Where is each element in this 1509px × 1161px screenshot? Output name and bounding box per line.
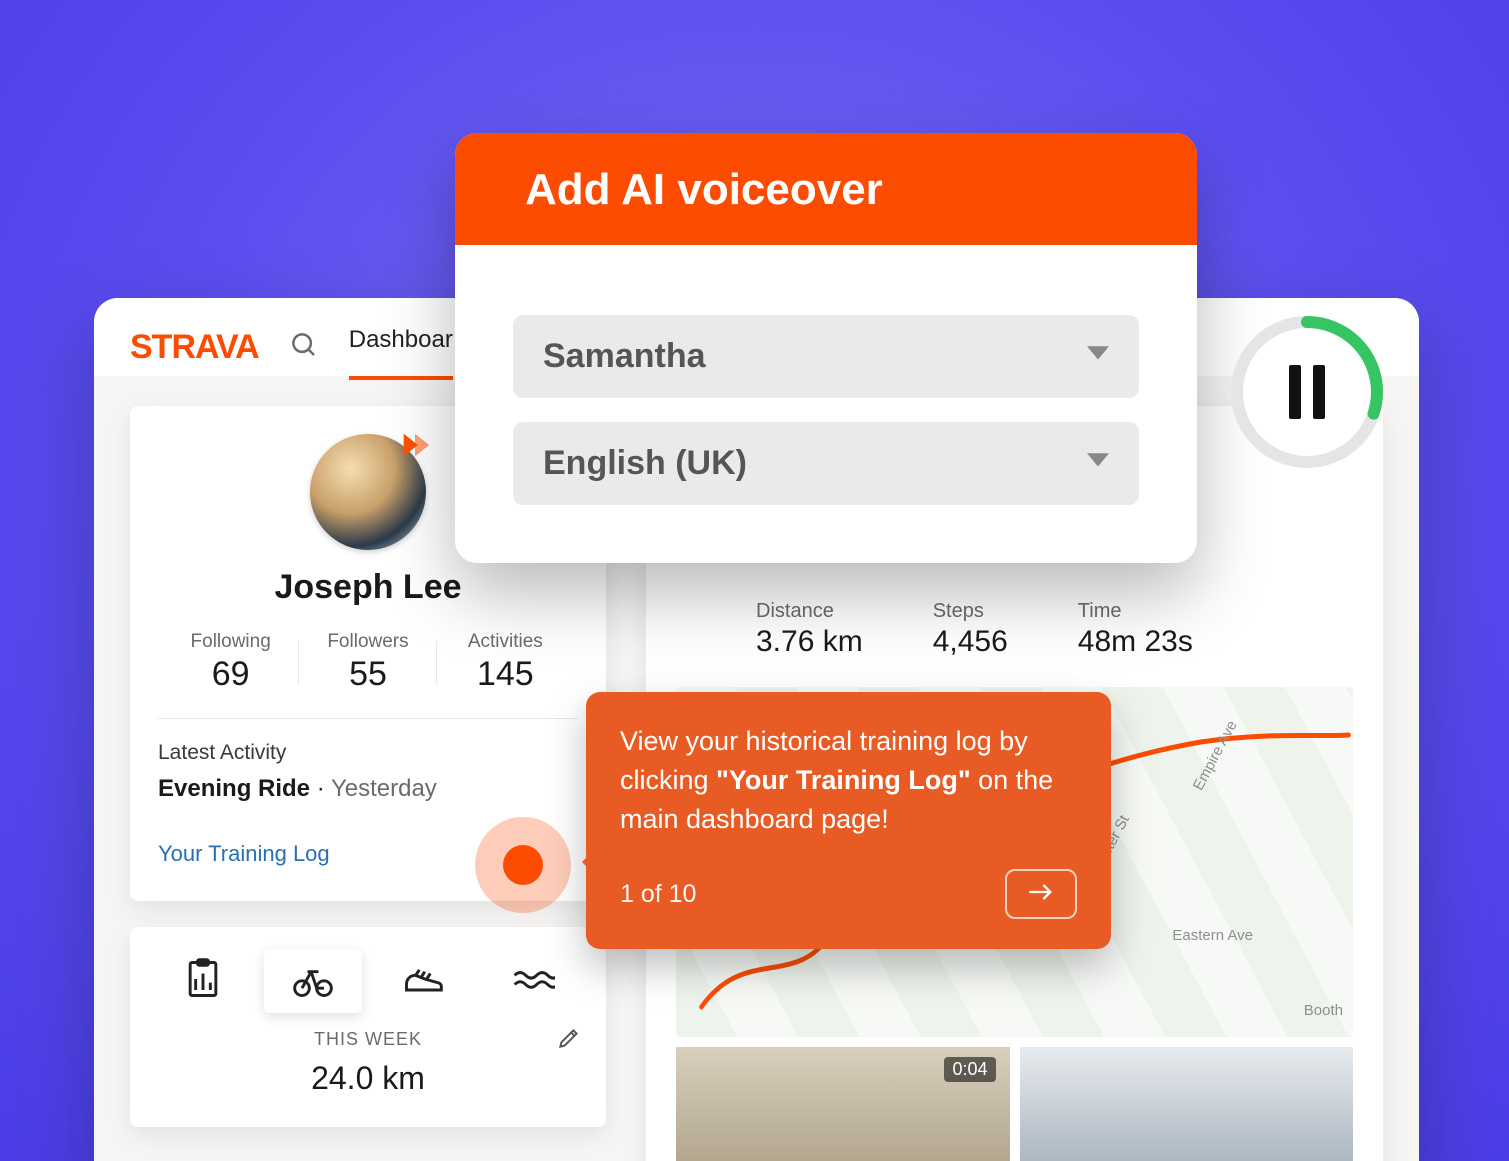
language-select[interactable]: English (UK) xyxy=(513,422,1139,505)
latest-activity-when: Yesterday xyxy=(331,775,437,802)
callout-step-count: 1 of 10 xyxy=(620,880,696,909)
playback-pause-button[interactable] xyxy=(1228,313,1386,471)
metric-time: Time 48m 23s xyxy=(1078,600,1193,659)
latest-activity-name: Evening Ride xyxy=(158,775,310,802)
stat-following[interactable]: Following 69 xyxy=(162,631,299,694)
sport-tab-swim[interactable] xyxy=(484,949,582,1013)
latest-activity: Latest Activity Evening Ride · Yesterday xyxy=(158,741,578,803)
sport-tab-run[interactable] xyxy=(374,949,472,1013)
tour-hotspot[interactable] xyxy=(475,817,571,913)
stat-value: 145 xyxy=(437,655,574,694)
hotspot-dot-icon xyxy=(503,845,543,885)
street-label: Eastern Ave xyxy=(1172,927,1253,944)
metric-label: Steps xyxy=(933,600,1008,623)
language-select-value: English (UK) xyxy=(543,444,747,483)
stat-value: 69 xyxy=(162,655,299,694)
voice-select[interactable]: Samantha xyxy=(513,315,1139,398)
sport-tab-ride[interactable] xyxy=(264,949,362,1013)
bike-icon xyxy=(291,957,335,1006)
stat-label: Followers xyxy=(299,631,436,653)
chevron-down-icon xyxy=(1087,453,1109,474)
media-thumbnail[interactable]: 0:04 xyxy=(676,1047,1010,1161)
sport-tabs xyxy=(154,949,582,1013)
chevron-down-icon xyxy=(1087,346,1109,367)
stat-followers[interactable]: Followers 55 xyxy=(299,631,436,694)
media-thumbnail[interactable] xyxy=(1020,1047,1354,1161)
metric-value: 4,456 xyxy=(933,625,1008,659)
sport-tab-stats[interactable] xyxy=(154,949,252,1013)
voiceover-modal: Add AI voiceover Samantha English (UK) xyxy=(455,133,1197,563)
callout-text: View your historical training log by cli… xyxy=(620,722,1077,839)
nav-tab-dashboard[interactable]: Dashboar xyxy=(349,314,453,380)
subscriber-badge-icon xyxy=(398,428,432,462)
voice-select-value: Samantha xyxy=(543,337,706,376)
metric-steps: Steps 4,456 xyxy=(933,600,1008,659)
profile-name: Joseph Lee xyxy=(158,568,578,607)
callout-next-button[interactable] xyxy=(1005,869,1077,919)
latest-activity-header: Latest Activity xyxy=(158,741,578,765)
tour-callout: View your historical training log by cli… xyxy=(586,692,1111,949)
shoe-icon xyxy=(401,957,445,1006)
stat-label: Following xyxy=(162,631,299,653)
latest-activity-line[interactable]: Evening Ride · Yesterday xyxy=(158,775,578,803)
activity-metrics: Distance 3.76 km Steps 4,456 Time 48m 23… xyxy=(756,600,1353,659)
metric-distance: Distance 3.76 km xyxy=(756,600,863,659)
pause-icon xyxy=(1228,313,1386,471)
edit-goal-button[interactable] xyxy=(556,1025,582,1056)
street-label: Booth xyxy=(1304,1002,1343,1019)
this-week-distance: 24.0 km xyxy=(154,1060,582,1097)
media-thumbnails: 0:04 xyxy=(676,1047,1353,1161)
arrow-right-icon xyxy=(1027,880,1055,909)
metric-value: 48m 23s xyxy=(1078,625,1193,659)
metric-label: Distance xyxy=(756,600,863,623)
swim-icon xyxy=(511,957,555,1006)
search-icon[interactable] xyxy=(289,330,319,365)
voiceover-modal-title: Add AI voiceover xyxy=(525,165,1127,215)
stat-activities[interactable]: Activities 145 xyxy=(437,631,574,694)
this-week-header: THIS WEEK xyxy=(314,1029,422,1050)
strava-logo: STRAVA xyxy=(130,328,259,367)
clipboard-stats-icon xyxy=(181,957,225,1006)
stat-label: Activities xyxy=(437,631,574,653)
voiceover-modal-header: Add AI voiceover xyxy=(455,133,1197,245)
metric-value: 3.76 km xyxy=(756,625,863,659)
stat-value: 55 xyxy=(299,655,436,694)
metric-label: Time xyxy=(1078,600,1193,623)
video-duration: 0:04 xyxy=(944,1057,995,1082)
this-week-card: THIS WEEK 24.0 km xyxy=(130,927,606,1127)
pencil-icon xyxy=(556,1038,582,1055)
profile-stats: Following 69 Followers 55 Activities 145 xyxy=(158,631,578,719)
